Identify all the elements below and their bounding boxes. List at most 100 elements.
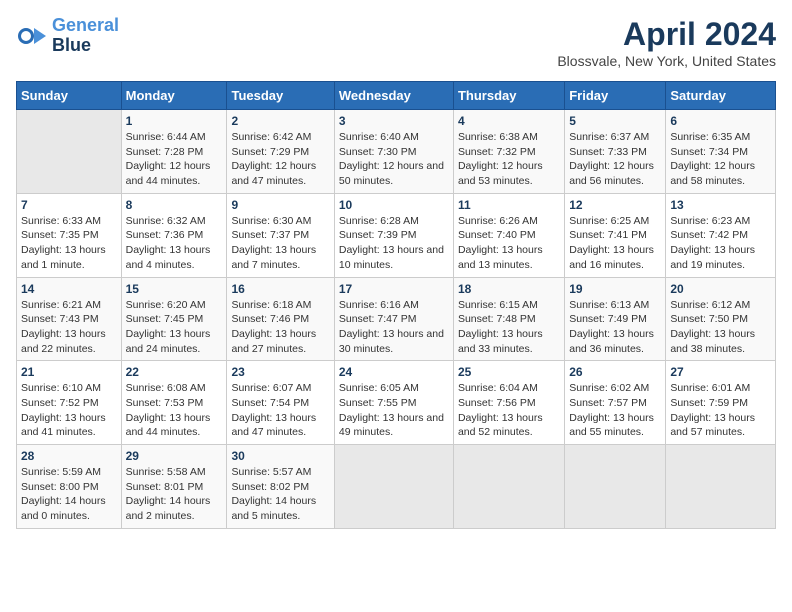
day-header-wednesday: Wednesday <box>334 82 453 110</box>
day-header-monday: Monday <box>121 82 227 110</box>
day-number: 27 <box>670 365 771 379</box>
day-number: 8 <box>126 198 223 212</box>
calendar-body: 1 Sunrise: 6:44 AMSunset: 7:28 PMDaylight… <box>17 110 776 529</box>
day-info: Sunrise: 6:18 AMSunset: 7:46 PMDaylight:… <box>231 298 329 357</box>
day-info: Sunrise: 6:20 AMSunset: 7:45 PMDaylight:… <box>126 298 223 357</box>
day-number: 30 <box>231 449 329 463</box>
day-number: 6 <box>670 114 771 128</box>
day-info: Sunrise: 6:28 AMSunset: 7:39 PMDaylight:… <box>339 214 449 273</box>
calendar-cell: 17Sunrise: 6:16 AMSunset: 7:47 PMDayligh… <box>334 277 453 361</box>
day-info: Sunrise: 6:33 AMSunset: 7:35 PMDaylight:… <box>21 214 117 273</box>
logo-icon <box>16 20 48 52</box>
day-info: Sunrise: 6:38 AMSunset: 7:32 PMDaylight:… <box>458 130 560 189</box>
calendar-cell: 2Sunrise: 6:42 AMSunset: 7:29 PMDaylight… <box>227 110 334 194</box>
day-number: 28 <box>21 449 117 463</box>
calendar-cell: 7 Sunrise: 6:33 AMSunset: 7:35 PMDaylight… <box>17 193 122 277</box>
day-info: Sunrise: 6:01 AMSunset: 7:59 PMDaylight:… <box>670 381 771 440</box>
day-info: Sunrise: 6:26 AMSunset: 7:40 PMDaylight:… <box>458 214 560 273</box>
day-info: Sunrise: 6:30 AMSunset: 7:37 PMDaylight:… <box>231 214 329 273</box>
calendar-week-2: 7 Sunrise: 6:33 AMSunset: 7:35 PMDaylight… <box>17 193 776 277</box>
calendar-cell: 24Sunrise: 6:05 AMSunset: 7:55 PMDayligh… <box>334 361 453 445</box>
day-number: 9 <box>231 198 329 212</box>
calendar-cell: 5 Sunrise: 6:37 AMSunset: 7:33 PMDaylight… <box>565 110 666 194</box>
calendar-cell: 20 Sunrise: 6:12 AMSunset: 7:50 PMDayligh… <box>666 277 776 361</box>
day-number: 23 <box>231 365 329 379</box>
calendar-cell: 9 Sunrise: 6:30 AMSunset: 7:37 PMDaylight… <box>227 193 334 277</box>
day-info: Sunrise: 6:40 AMSunset: 7:30 PMDaylight:… <box>339 130 449 189</box>
day-number: 11 <box>458 198 560 212</box>
calendar-cell: 21Sunrise: 6:10 AMSunset: 7:52 PMDayligh… <box>17 361 122 445</box>
logo-text-line1: General <box>52 16 119 36</box>
day-info: Sunrise: 6:12 AMSunset: 7:50 PMDaylight:… <box>670 298 771 357</box>
day-info: Sunrise: 6:25 AMSunset: 7:41 PMDaylight:… <box>569 214 661 273</box>
day-info: Sunrise: 5:59 AMSunset: 8:00 PMDaylight:… <box>21 465 117 524</box>
calendar-week-1: 1 Sunrise: 6:44 AMSunset: 7:28 PMDaylight… <box>17 110 776 194</box>
day-info: Sunrise: 6:35 AMSunset: 7:34 PMDaylight:… <box>670 130 771 189</box>
day-number: 22 <box>126 365 223 379</box>
day-info: Sunrise: 6:42 AMSunset: 7:29 PMDaylight:… <box>231 130 329 189</box>
day-number: 26 <box>569 365 661 379</box>
day-number: 17 <box>339 282 449 296</box>
calendar-cell <box>565 445 666 529</box>
day-number: 29 <box>126 449 223 463</box>
day-info: Sunrise: 6:10 AMSunset: 7:52 PMDaylight:… <box>21 381 117 440</box>
day-number: 7 <box>21 198 117 212</box>
calendar-cell: 10 Sunrise: 6:28 AMSunset: 7:39 PMDayligh… <box>334 193 453 277</box>
day-info: Sunrise: 6:44 AMSunset: 7:28 PMDaylight:… <box>126 130 223 189</box>
day-info: Sunrise: 6:15 AMSunset: 7:48 PMDaylight:… <box>458 298 560 357</box>
calendar-cell <box>17 110 122 194</box>
day-info: Sunrise: 6:04 AMSunset: 7:56 PMDaylight:… <box>458 381 560 440</box>
day-header-friday: Friday <box>565 82 666 110</box>
calendar-cell <box>666 445 776 529</box>
day-number: 10 <box>339 198 449 212</box>
day-number: 16 <box>231 282 329 296</box>
calendar-cell: 3 Sunrise: 6:40 AMSunset: 7:30 PMDaylight… <box>334 110 453 194</box>
calendar-cell: 16 Sunrise: 6:18 AMSunset: 7:46 PMDayligh… <box>227 277 334 361</box>
calendar-cell: 25 Sunrise: 6:04 AMSunset: 7:56 PMDayligh… <box>453 361 564 445</box>
day-number: 4 <box>458 114 560 128</box>
calendar-cell: 19 Sunrise: 6:13 AMSunset: 7:49 PMDayligh… <box>565 277 666 361</box>
logo-text-line2: Blue <box>52 36 119 56</box>
day-info: Sunrise: 6:07 AMSunset: 7:54 PMDaylight:… <box>231 381 329 440</box>
day-number: 15 <box>126 282 223 296</box>
day-info: Sunrise: 5:58 AMSunset: 8:01 PMDaylight:… <box>126 465 223 524</box>
calendar-cell <box>334 445 453 529</box>
day-number: 19 <box>569 282 661 296</box>
day-number: 25 <box>458 365 560 379</box>
day-info: Sunrise: 5:57 AMSunset: 8:02 PMDaylight:… <box>231 465 329 524</box>
calendar-cell: 8Sunrise: 6:32 AMSunset: 7:36 PMDaylight… <box>121 193 227 277</box>
calendar-cell: 29 Sunrise: 5:58 AMSunset: 8:01 PMDayligh… <box>121 445 227 529</box>
calendar-cell: 26 Sunrise: 6:02 AMSunset: 7:57 PMDayligh… <box>565 361 666 445</box>
day-header-tuesday: Tuesday <box>227 82 334 110</box>
day-number: 5 <box>569 114 661 128</box>
calendar-cell: 28 Sunrise: 5:59 AMSunset: 8:00 PMDayligh… <box>17 445 122 529</box>
day-number: 20 <box>670 282 771 296</box>
calendar-cell: 1 Sunrise: 6:44 AMSunset: 7:28 PMDaylight… <box>121 110 227 194</box>
day-info: Sunrise: 6:05 AMSunset: 7:55 PMDaylight:… <box>339 381 449 440</box>
calendar-cell: 14 Sunrise: 6:21 AMSunset: 7:43 PMDayligh… <box>17 277 122 361</box>
location: Blossvale, New York, United States <box>557 53 776 69</box>
calendar-cell <box>453 445 564 529</box>
calendar-cell: 22Sunrise: 6:08 AMSunset: 7:53 PMDayligh… <box>121 361 227 445</box>
day-header-sunday: Sunday <box>17 82 122 110</box>
day-info: Sunrise: 6:13 AMSunset: 7:49 PMDaylight:… <box>569 298 661 357</box>
calendar-week-3: 14 Sunrise: 6:21 AMSunset: 7:43 PMDayligh… <box>17 277 776 361</box>
day-number: 3 <box>339 114 449 128</box>
day-info: Sunrise: 6:21 AMSunset: 7:43 PMDaylight:… <box>21 298 117 357</box>
day-number: 12 <box>569 198 661 212</box>
day-number: 1 <box>126 114 223 128</box>
calendar-cell: 13Sunrise: 6:23 AMSunset: 7:42 PMDayligh… <box>666 193 776 277</box>
calendar-cell: 4 Sunrise: 6:38 AMSunset: 7:32 PMDaylight… <box>453 110 564 194</box>
logo: General Blue <box>16 16 119 56</box>
day-info: Sunrise: 6:23 AMSunset: 7:42 PMDaylight:… <box>670 214 771 273</box>
day-info: Sunrise: 6:02 AMSunset: 7:57 PMDaylight:… <box>569 381 661 440</box>
calendar-week-5: 28 Sunrise: 5:59 AMSunset: 8:00 PMDayligh… <box>17 445 776 529</box>
calendar-cell: 23 Sunrise: 6:07 AMSunset: 7:54 PMDayligh… <box>227 361 334 445</box>
day-number: 14 <box>21 282 117 296</box>
calendar-cell: 18 Sunrise: 6:15 AMSunset: 7:48 PMDayligh… <box>453 277 564 361</box>
day-info: Sunrise: 6:37 AMSunset: 7:33 PMDaylight:… <box>569 130 661 189</box>
calendar-header: SundayMondayTuesdayWednesdayThursdayFrid… <box>17 82 776 110</box>
calendar-cell: 30 Sunrise: 5:57 AMSunset: 8:02 PMDayligh… <box>227 445 334 529</box>
day-number: 18 <box>458 282 560 296</box>
day-header-thursday: Thursday <box>453 82 564 110</box>
